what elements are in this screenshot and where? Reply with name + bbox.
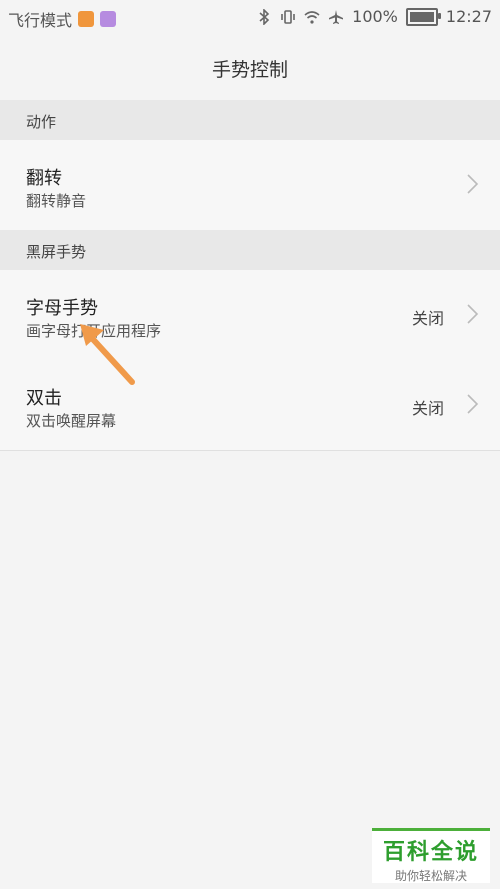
wifi-icon [304,10,320,24]
status-left: 飞行模式 [8,7,117,31]
app-notification-icon [78,11,95,27]
annotation-arrow-icon [80,324,135,385]
clock-time: 12:27 [445,7,492,26]
battery-icon [405,7,441,26]
title-bar: 手势控制 [0,36,500,101]
section-label: 黑屏手势 [26,243,87,261]
status-bar: 飞行模式 100% 12:27 [0,0,500,36]
chevron-right-icon [466,173,480,195]
section-header-actions: 动作 [0,100,500,141]
status-right: 100% 12:27 [256,7,492,26]
section-label: 动作 [26,113,57,131]
row-status: 关闭 [411,399,444,418]
bluetooth-icon [259,8,270,25]
row-subtitle: 翻转静音 [26,192,87,210]
settings-row-flip[interactable]: 翻转 翻转静音 [0,140,500,231]
row-title: 双击 [26,388,62,409]
gallery-notification-icon [100,11,117,27]
airplane-icon [329,9,344,24]
row-subtitle: 双击唤醒屏幕 [26,412,117,430]
settings-row-double-tap[interactable]: 双击 双击唤醒屏幕 关闭 [0,360,500,451]
chevron-right-icon [466,303,480,325]
vibrate-icon [281,9,295,24]
battery-percent: 100% [352,7,398,26]
airplane-mode-label: 飞行模式 [8,11,73,30]
row-status: 关闭 [411,309,444,328]
page-title: 手势控制 [211,58,288,81]
row-title: 字母手势 [26,298,98,319]
watermark-subtitle: 助你轻松解决 [394,869,467,883]
row-title: 翻转 [26,168,62,189]
chevron-right-icon [466,393,480,415]
settings-row-letter-gesture[interactable]: 字母手势 画字母打开应用程序 关闭 [0,270,500,361]
watermark-title: 百科全说 [382,840,479,865]
section-header-screen-off-gestures: 黑屏手势 [0,230,500,271]
watermark-logo: 百科全说 助你轻松解决 [372,828,490,883]
